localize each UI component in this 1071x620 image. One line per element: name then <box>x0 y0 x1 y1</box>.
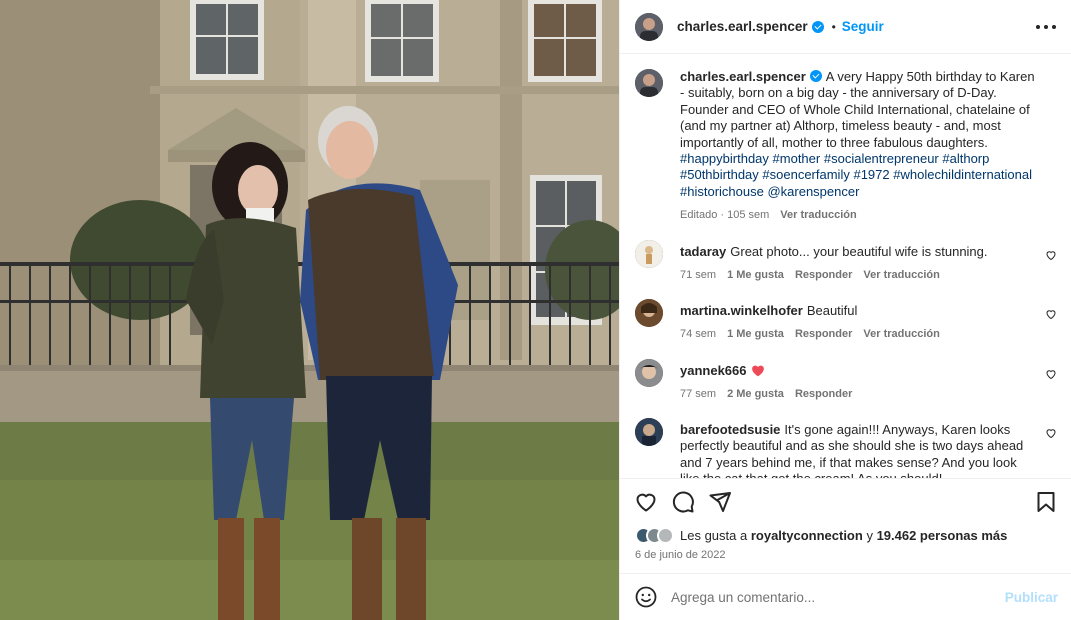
follow-button[interactable]: Seguir <box>842 19 884 34</box>
post-detail-panel: charles.earl.spencer • Seguir charles.ea… <box>619 0 1071 620</box>
comment-username[interactable]: martina.winkelhofer <box>680 303 803 318</box>
reply-button[interactable]: Responder <box>795 386 852 402</box>
heart-icon[interactable] <box>634 490 658 514</box>
post-date[interactable]: 6 de junio de 2022 <box>635 549 726 561</box>
comments-list[interactable]: charles.earl.spencer A very Happy 50th bi… <box>620 55 1071 478</box>
translate-link[interactable]: Ver traducción <box>780 207 856 223</box>
post-header: charles.earl.spencer • Seguir <box>620 0 1071 54</box>
likes-others-link[interactable]: 19.462 personas más <box>877 528 1008 543</box>
likes-user-link[interactable]: royaltyconnection <box>751 528 863 543</box>
comment-likes[interactable]: 2 Me gusta <box>727 386 784 402</box>
hashtag-link[interactable]: #1972 <box>853 167 889 182</box>
comment-likes[interactable]: 1 Me gusta <box>727 267 784 283</box>
comment-time: 77 sem <box>680 388 717 401</box>
share-icon[interactable] <box>708 490 732 514</box>
hashtag-link[interactable]: #soencerfamily <box>762 167 849 182</box>
translate-link[interactable]: Ver traducción <box>863 326 939 342</box>
commenter-avatar[interactable] <box>635 299 663 327</box>
caption-time: Editado · 105 sem <box>680 209 770 222</box>
header-separator: • <box>831 19 836 34</box>
author-avatar[interactable] <box>635 12 663 41</box>
post-actions: Les gusta a royaltyconnection y 19.462 p… <box>620 478 1071 573</box>
comment-time: 71 sem <box>680 269 717 282</box>
comment-text: Beautiful <box>806 303 858 318</box>
hashtag-link[interactable]: #althorp <box>942 151 989 166</box>
red-heart-emoji-icon <box>751 365 764 377</box>
post-photo[interactable] <box>0 0 619 620</box>
hashtag-link[interactable]: #wholechildinternational <box>893 167 1032 182</box>
comment-username[interactable]: yannek666 <box>680 363 747 378</box>
mention-link[interactable]: @karenspencer <box>767 184 859 199</box>
hashtag-link[interactable]: #happybirthday <box>680 151 769 166</box>
hashtag-link[interactable]: #historichouse <box>680 184 764 199</box>
emoji-icon[interactable] <box>634 585 658 609</box>
like-comment-heart-icon[interactable] <box>1045 249 1057 261</box>
comment-time: 74 sem <box>680 328 717 341</box>
comment-likes[interactable]: 1 Me gusta <box>727 326 784 342</box>
comment-username[interactable]: tadaray <box>680 244 726 259</box>
hashtag-link[interactable]: #50thbirthday <box>680 167 759 182</box>
comment-composer: Publicar <box>620 573 1071 620</box>
verified-badge-icon <box>811 20 824 33</box>
comment-icon[interactable] <box>671 490 695 514</box>
liker-avatar <box>657 527 674 544</box>
comment-text: Great photo... your beautiful wife is st… <box>730 244 988 259</box>
reply-button[interactable]: Responder <box>795 326 852 342</box>
caption-username[interactable]: charles.earl.spencer <box>680 69 806 84</box>
comment-input[interactable] <box>671 589 1005 605</box>
publish-button[interactable]: Publicar <box>1005 590 1058 605</box>
likes-summary[interactable]: Les gusta a royaltyconnection y 19.462 p… <box>635 527 1007 544</box>
author-username[interactable]: charles.earl.spencer <box>677 19 808 34</box>
like-comment-heart-icon[interactable] <box>1045 368 1057 380</box>
verified-badge-icon <box>809 70 822 82</box>
commenter-avatar[interactable] <box>635 359 663 387</box>
reply-button[interactable]: Responder <box>795 267 852 283</box>
likes-prefix: Les gusta a <box>680 528 748 543</box>
more-options-icon[interactable] <box>1036 18 1056 36</box>
hashtag-link[interactable]: #socialentrepreneur <box>824 151 939 166</box>
comment-username[interactable]: barefootedsusie <box>680 422 780 437</box>
like-comment-heart-icon[interactable] <box>1045 308 1057 320</box>
likes-joiner: y <box>866 528 873 543</box>
bookmark-icon[interactable] <box>1034 490 1058 514</box>
like-comment-heart-icon[interactable] <box>1045 427 1057 439</box>
translate-link[interactable]: Ver traducción <box>863 267 939 283</box>
commenter-avatar[interactable] <box>635 240 663 268</box>
commenter-avatar[interactable] <box>635 418 663 446</box>
caption-avatar[interactable] <box>635 69 663 97</box>
hashtag-link[interactable]: #mother <box>773 151 821 166</box>
